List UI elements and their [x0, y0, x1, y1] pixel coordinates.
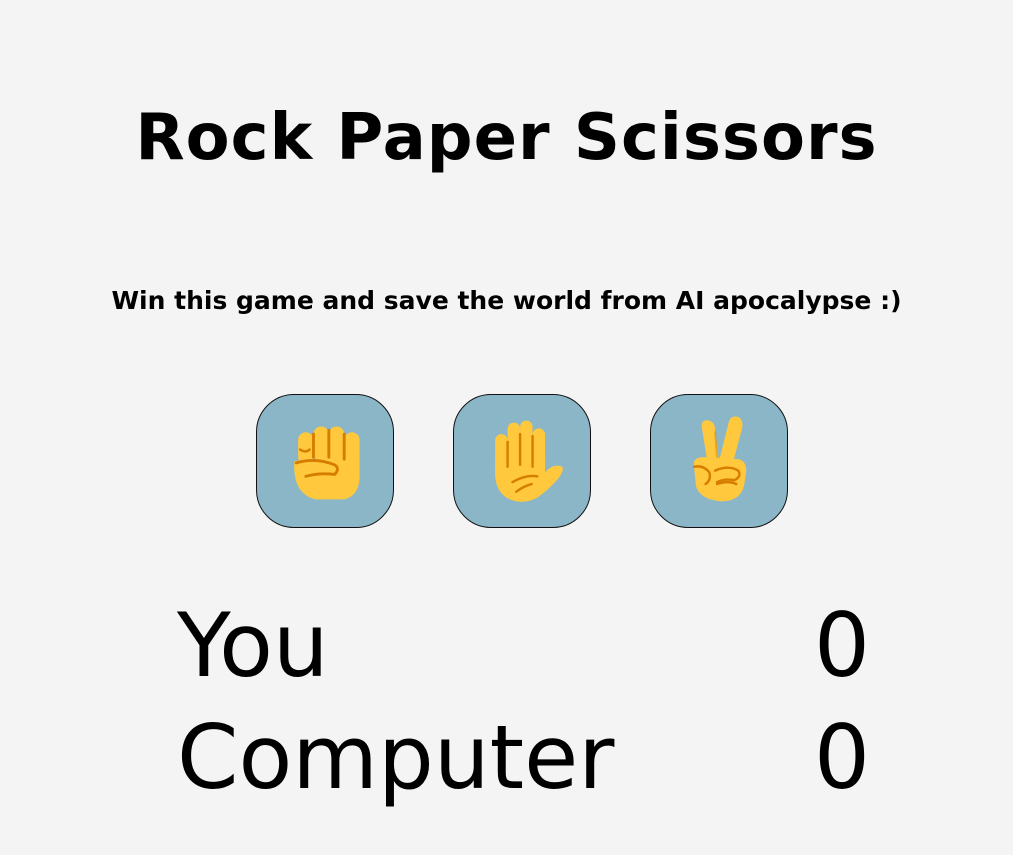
computer-score-value: 0	[814, 706, 870, 809]
computer-score-label: Computer	[177, 706, 615, 809]
paper-button[interactable]	[453, 394, 591, 528]
victory-hand-icon	[692, 416, 747, 502]
page-title: Rock Paper Scissors	[135, 101, 878, 175]
player-score-label: You	[177, 594, 329, 697]
page-subtitle: Win this game and save the world from AI…	[111, 286, 902, 315]
rock-button[interactable]	[256, 394, 394, 528]
raised-hand-icon	[495, 420, 563, 502]
scissors-button[interactable]	[650, 394, 788, 528]
player-score-value: 0	[814, 594, 870, 697]
raised-fist-icon	[294, 426, 360, 500]
